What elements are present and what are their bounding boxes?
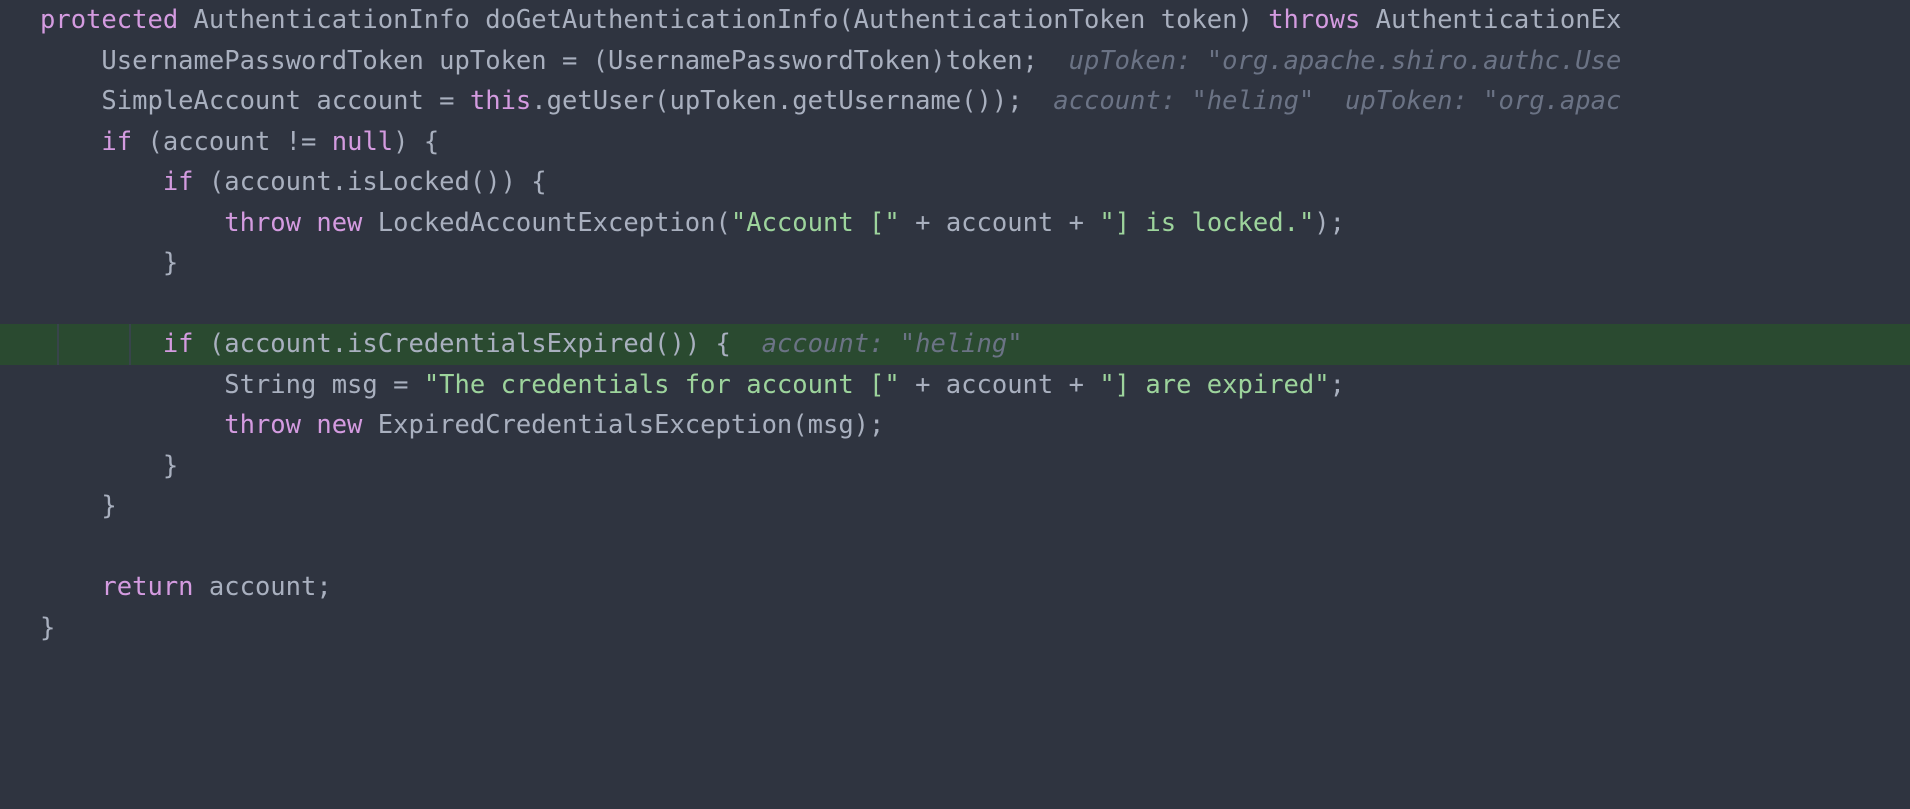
debugger-inline-hint: account: "heling" upToken: "org.apac: [1022, 86, 1622, 116]
code-keyword: return: [40, 572, 194, 602]
code-line[interactable]: }: [0, 486, 1910, 527]
code-text: + account +: [899, 369, 1100, 400]
code-line-content: if (account.isCredentialsExpired()) { ac…: [40, 329, 1023, 359]
code-line-content: }: [40, 451, 178, 481]
code-line[interactable]: throw new LockedAccountException("Accoun…: [0, 203, 1910, 244]
code-line-content: String msg = "The credentials for accoun…: [40, 370, 1345, 400]
code-line[interactable]: UsernamePasswordToken upToken = (Usernam…: [0, 41, 1910, 82]
code-text: }: [40, 612, 56, 643]
code-line-content: }: [40, 613, 55, 643]
code-line-content: if (account.isLocked()) {: [40, 167, 547, 197]
code-keyword: throw new: [224, 207, 363, 238]
code-text: (account !=: [132, 126, 332, 157]
code-text: .getUser(upToken.getUsername());: [531, 86, 1023, 116]
code-line[interactable]: protected AuthenticationInfo doGetAuthen…: [0, 0, 1910, 41]
code-text: );: [1314, 207, 1346, 238]
code-line-current-execution[interactable]: if (account.isCredentialsExpired()) { ac…: [0, 324, 1910, 365]
code-line[interactable]: [0, 527, 1910, 568]
code-text: + account +: [899, 207, 1100, 238]
code-line[interactable]: String msg = "The credentials for accoun…: [0, 365, 1910, 406]
code-text: LockedAccountException(: [362, 207, 731, 238]
code-line[interactable]: SimpleAccount account = this.getUser(upT…: [0, 81, 1910, 122]
code-text: ;: [1329, 369, 1345, 400]
code-string-literal: "] are expired": [1099, 369, 1330, 400]
code-text: UsernamePasswordToken upToken = (Usernam…: [40, 45, 1038, 76]
code-text: AuthenticationEx: [1360, 5, 1622, 35]
code-line-content: SimpleAccount account = this.getUser(upT…: [40, 86, 1621, 116]
code-keyword: protected: [40, 5, 179, 35]
code-editor[interactable]: protected AuthenticationInfo doGetAuthen…: [0, 0, 1910, 809]
code-text: }: [40, 248, 179, 278]
code-text: }: [40, 491, 117, 521]
debugger-inline-hint: account: "heling": [730, 329, 1023, 359]
code-text: (account.isCredentialsExpired()) {: [193, 329, 731, 359]
code-keyword: if: [162, 167, 194, 197]
code-line[interactable]: }: [0, 608, 1910, 649]
code-keyword: if: [101, 126, 133, 157]
code-text: account;: [193, 572, 332, 602]
code-keyword: if: [162, 329, 194, 359]
code-keyword: this: [469, 86, 532, 116]
code-text: (account.isLocked()) {: [193, 167, 547, 197]
code-text: ExpiredCredentialsException(msg);: [362, 410, 885, 440]
code-text: String msg =: [40, 369, 424, 400]
code-line[interactable]: return account;: [0, 567, 1910, 608]
code-line-content: }: [40, 491, 117, 521]
code-string-literal: "Account [": [730, 207, 900, 238]
code-string-literal: "] is locked.": [1099, 207, 1315, 238]
debugger-inline-hint: upToken: "org.apache.shiro.authc.Use: [1037, 45, 1622, 76]
code-text: ) {: [393, 126, 440, 157]
code-line[interactable]: [0, 284, 1910, 325]
code-lines-container[interactable]: protected AuthenticationInfo doGetAuthen…: [0, 0, 1910, 809]
code-text: AuthenticationInfo doGetAuthenticationIn…: [178, 5, 1269, 35]
code-string-literal: "The credentials for account [": [423, 369, 900, 400]
code-line-content: return account;: [40, 572, 332, 602]
code-line[interactable]: if (account.isLocked()) {: [0, 162, 1910, 203]
code-line[interactable]: if (account != null) {: [0, 122, 1910, 163]
code-line[interactable]: throw new ExpiredCredentialsException(ms…: [0, 405, 1910, 446]
code-line-content: protected AuthenticationInfo doGetAuthen…: [40, 5, 1621, 35]
code-line[interactable]: }: [0, 243, 1910, 284]
code-line-content: UsernamePasswordToken upToken = (Usernam…: [40, 46, 1621, 76]
code-line[interactable]: }: [0, 446, 1910, 487]
code-line-content: throw new ExpiredCredentialsException(ms…: [40, 410, 884, 440]
code-line-content: if (account != null) {: [40, 127, 439, 157]
code-keyword: throws: [1268, 5, 1361, 35]
code-line-content: throw new LockedAccountException("Accoun…: [40, 208, 1345, 238]
code-keyword: throw new: [224, 410, 363, 440]
code-text: SimpleAccount account =: [40, 86, 470, 116]
code-line-content: }: [40, 248, 178, 278]
code-keyword: null: [331, 126, 394, 157]
code-text: }: [40, 450, 179, 481]
